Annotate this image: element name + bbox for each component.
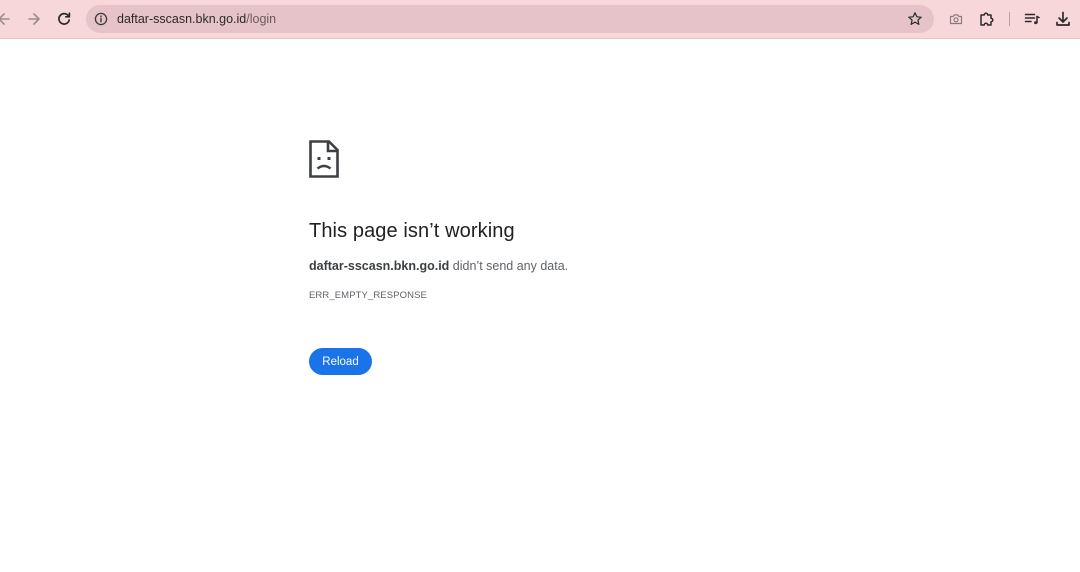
error-code: ERR_EMPTY_RESPONSE: [309, 290, 427, 301]
error-title: This page isn’t working: [309, 220, 515, 242]
info-icon[interactable]: [93, 11, 109, 27]
back-button[interactable]: [0, 7, 16, 31]
puzzle-icon: [980, 12, 994, 26]
reload-icon: [58, 12, 71, 25]
star-icon[interactable]: [907, 11, 923, 27]
extensions-button[interactable]: [975, 7, 999, 31]
screenshot-button[interactable]: [944, 7, 968, 31]
error-message: daftar-sscasn.bkn.go.id didn’t send any …: [309, 258, 568, 274]
url-path: /login: [246, 12, 277, 26]
media-controls-button[interactable]: [1020, 7, 1044, 31]
arrow-left-icon: [0, 13, 10, 25]
camera-icon: [949, 14, 963, 25]
toolbar-divider: [1009, 12, 1010, 26]
browser-toolbar: daftar-sscasn.bkn.go.id/login: [0, 0, 1080, 39]
url-host: daftar-sscasn.bkn.go.id: [117, 12, 247, 26]
sad-page-icon: [309, 140, 339, 178]
reload-page-button[interactable]: Reload: [309, 348, 372, 375]
arrow-right-icon: [28, 13, 40, 25]
url-text[interactable]: daftar-sscasn.bkn.go.id/login: [117, 11, 276, 27]
media-controls-icon: [1024, 13, 1040, 25]
downloads-button[interactable]: [1051, 7, 1075, 31]
error-message-text: didn’t send any data.: [449, 259, 569, 273]
error-host: daftar-sscasn.bkn.go.id: [309, 259, 450, 273]
reload-button[interactable]: [52, 7, 76, 31]
forward-button[interactable]: [22, 7, 46, 31]
address-bar[interactable]: daftar-sscasn.bkn.go.id/login: [86, 5, 934, 33]
download-icon: [1056, 11, 1070, 26]
